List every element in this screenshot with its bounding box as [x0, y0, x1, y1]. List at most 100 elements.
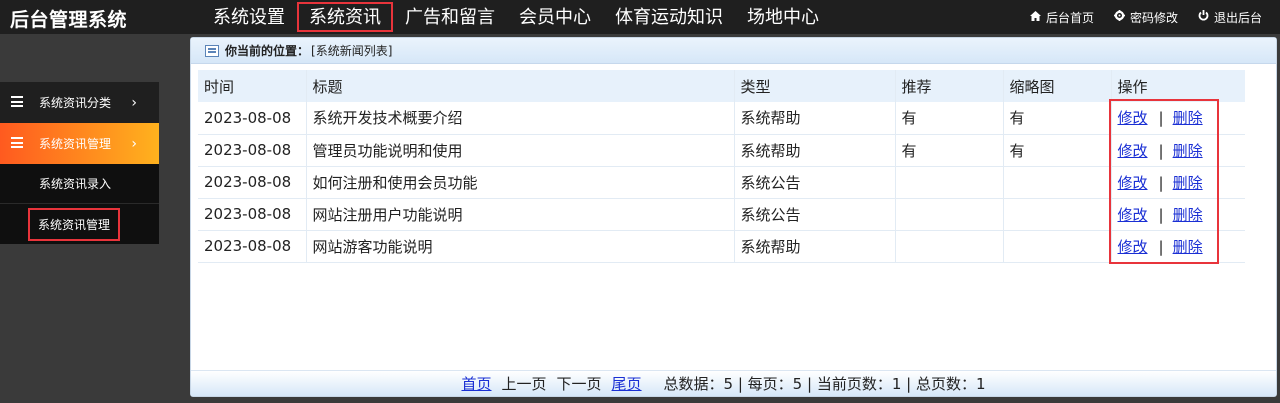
cell-time: 2023-08-08	[198, 134, 307, 166]
chevron-right-icon: ›	[131, 94, 137, 111]
cell-thumbnail	[1003, 166, 1112, 198]
nav-item-sports-knowledge[interactable]: 体育运动知识	[603, 2, 735, 32]
menu-icon	[11, 96, 23, 107]
edit-link[interactable]: 修改	[1118, 206, 1148, 224]
edit-link[interactable]: 修改	[1118, 238, 1148, 256]
action-separator: |	[1158, 109, 1164, 128]
column-header-recommend: 推荐	[895, 70, 1004, 102]
logout-label: 退出后台	[1213, 10, 1262, 25]
cell-time: 2023-08-08	[198, 166, 307, 198]
sidebar-group-label: 系统资讯管理	[39, 137, 112, 151]
password-change-label: 密码修改	[1129, 10, 1178, 25]
breadcrumb-location: [系统新闻列表]	[311, 44, 393, 58]
nav-item-venue-center[interactable]: 场地中心	[735, 2, 831, 32]
sidebar-group-news-management[interactable]: 系统资讯管理 ›	[0, 123, 159, 164]
cell-title: 如何注册和使用会员功能	[306, 166, 735, 198]
cell-recommend: 有	[895, 102, 1004, 134]
app-brand: 后台管理系统	[10, 9, 128, 31]
sidebar-group-label: 系统资讯分类	[39, 96, 112, 110]
column-header-time: 时间	[198, 70, 307, 102]
column-header-title: 标题	[306, 70, 735, 102]
cell-type: 系统帮助	[734, 134, 896, 166]
top-bar: 后台管理系统 系统设置 系统资讯 广告和留言 会员中心 体育运动知识 场地中心 …	[0, 0, 1280, 34]
cell-time: 2023-08-08	[198, 198, 307, 230]
cell-type: 系统帮助	[734, 102, 896, 134]
power-icon	[1198, 10, 1209, 24]
nav-item-system-settings[interactable]: 系统设置	[201, 2, 297, 32]
news-table: 时间 标题 类型 推荐 缩略图 操作 2023-08-08 系统开发技术概要介绍…	[198, 70, 1245, 263]
table-row: 2023-08-08 网站游客功能说明 系统帮助 修改 | 删除	[198, 230, 1245, 262]
column-header-type: 类型	[734, 70, 896, 102]
menu-icon	[11, 137, 23, 148]
cell-recommend	[895, 198, 1004, 230]
action-separator: |	[1158, 173, 1164, 192]
cell-recommend	[895, 230, 1004, 262]
last-page-link[interactable]: 尾页	[612, 373, 642, 394]
cell-thumbnail	[1003, 230, 1112, 262]
breadcrumb: 你当前的位置： [系统新闻列表]	[191, 38, 1276, 64]
cell-title: 管理员功能说明和使用	[306, 134, 735, 166]
breadcrumb-prefix: 你当前的位置：	[225, 44, 310, 58]
main-nav: 系统设置 系统资讯 广告和留言 会员中心 体育运动知识 场地中心	[201, 0, 831, 34]
cell-actions: 修改 | 删除	[1111, 134, 1245, 166]
column-header-actions: 操作	[1117, 77, 1148, 96]
top-links: 后台首页 密码修改 退出后台	[1010, 0, 1262, 34]
delete-link[interactable]: 删除	[1173, 206, 1203, 224]
column-header-thumbnail: 缩略图	[1003, 70, 1112, 102]
action-separator: |	[1158, 237, 1164, 256]
cell-type: 系统帮助	[734, 230, 896, 262]
table-row: 2023-08-08 系统开发技术概要介绍 系统帮助 有 有 修改 | 删除	[198, 102, 1245, 134]
content-panel: 你当前的位置： [系统新闻列表] 时间 标题 类型 推荐 缩略图 操作 2023…	[190, 37, 1277, 397]
sidebar-sub-list: 系统资讯录入 系统资讯管理	[0, 164, 159, 244]
logout-link[interactable]: 退出后台	[1198, 9, 1262, 26]
sidebar-item-news-management[interactable]: 系统资讯管理	[0, 204, 159, 244]
cell-title: 系统开发技术概要介绍	[306, 102, 735, 134]
home-icon	[1029, 10, 1041, 24]
table-row: 2023-08-08 如何注册和使用会员功能 系统公告 修改 | 删除	[198, 166, 1245, 198]
action-separator: |	[1158, 141, 1164, 160]
admin-home-label: 后台首页	[1045, 10, 1094, 25]
cell-actions: 修改 | 删除	[1111, 230, 1245, 262]
cell-time: 2023-08-08	[198, 230, 307, 262]
delete-link[interactable]: 删除	[1173, 142, 1203, 160]
chevron-right-icon: ›	[131, 135, 137, 152]
cell-time: 2023-08-08	[198, 102, 307, 134]
cell-type: 系统公告	[734, 166, 896, 198]
next-page-text: 下一页	[556, 375, 602, 393]
delete-link[interactable]: 删除	[1173, 174, 1203, 192]
cell-type: 系统公告	[734, 198, 896, 230]
nav-item-member-center[interactable]: 会员中心	[507, 2, 603, 32]
table-row: 2023-08-08 网站注册用户功能说明 系统公告 修改 | 删除	[198, 198, 1245, 230]
sidebar-item-label: 系统资讯管理	[28, 207, 121, 241]
prev-page-text: 上一页	[501, 375, 547, 393]
sidebar-item-label: 系统资讯录入	[39, 177, 112, 191]
admin-home-link[interactable]: 后台首页	[1029, 9, 1094, 26]
gear-icon	[1113, 10, 1125, 24]
sidebar-group-news-category[interactable]: 系统资讯分类 ›	[0, 82, 159, 123]
cell-recommend	[895, 166, 1004, 198]
password-change-link[interactable]: 密码修改	[1113, 9, 1178, 26]
pagination-stats: 总数据：5 | 每页：5 | 当前页数：1 | 总页数：1	[663, 375, 986, 393]
first-page-link[interactable]: 首页	[461, 373, 491, 394]
cell-actions: 修改 | 删除	[1111, 102, 1245, 134]
cell-recommend: 有	[895, 134, 1004, 166]
delete-link[interactable]: 删除	[1173, 109, 1203, 127]
nav-item-system-news[interactable]: 系统资讯	[297, 2, 393, 32]
sidebar: 系统资讯分类 › 系统资讯管理 › 系统资讯录入 系统资讯管理	[0, 34, 190, 403]
edit-link[interactable]: 修改	[1118, 142, 1148, 160]
table-header-row: 时间 标题 类型 推荐 缩略图 操作	[198, 70, 1245, 102]
cell-thumbnail: 有	[1003, 102, 1112, 134]
table-row: 2023-08-08 管理员功能说明和使用 系统帮助 有 有 修改 | 删除	[198, 134, 1245, 166]
delete-link[interactable]: 删除	[1173, 238, 1203, 256]
cell-title: 网站游客功能说明	[306, 230, 735, 262]
list-icon	[205, 44, 219, 57]
cell-actions: 修改 | 删除	[1111, 198, 1245, 230]
cell-thumbnail: 有	[1003, 134, 1112, 166]
sidebar-item-news-entry[interactable]: 系统资讯录入	[0, 164, 159, 204]
nav-item-ads-messages[interactable]: 广告和留言	[393, 2, 507, 32]
action-separator: |	[1158, 205, 1164, 224]
edit-link[interactable]: 修改	[1118, 174, 1148, 192]
cell-actions: 修改 | 删除	[1111, 166, 1245, 198]
pagination: 首页 上一页 下一页 尾页 总数据：5 | 每页：5 | 当前页数：1 | 总页…	[191, 370, 1276, 396]
edit-link[interactable]: 修改	[1118, 109, 1148, 127]
